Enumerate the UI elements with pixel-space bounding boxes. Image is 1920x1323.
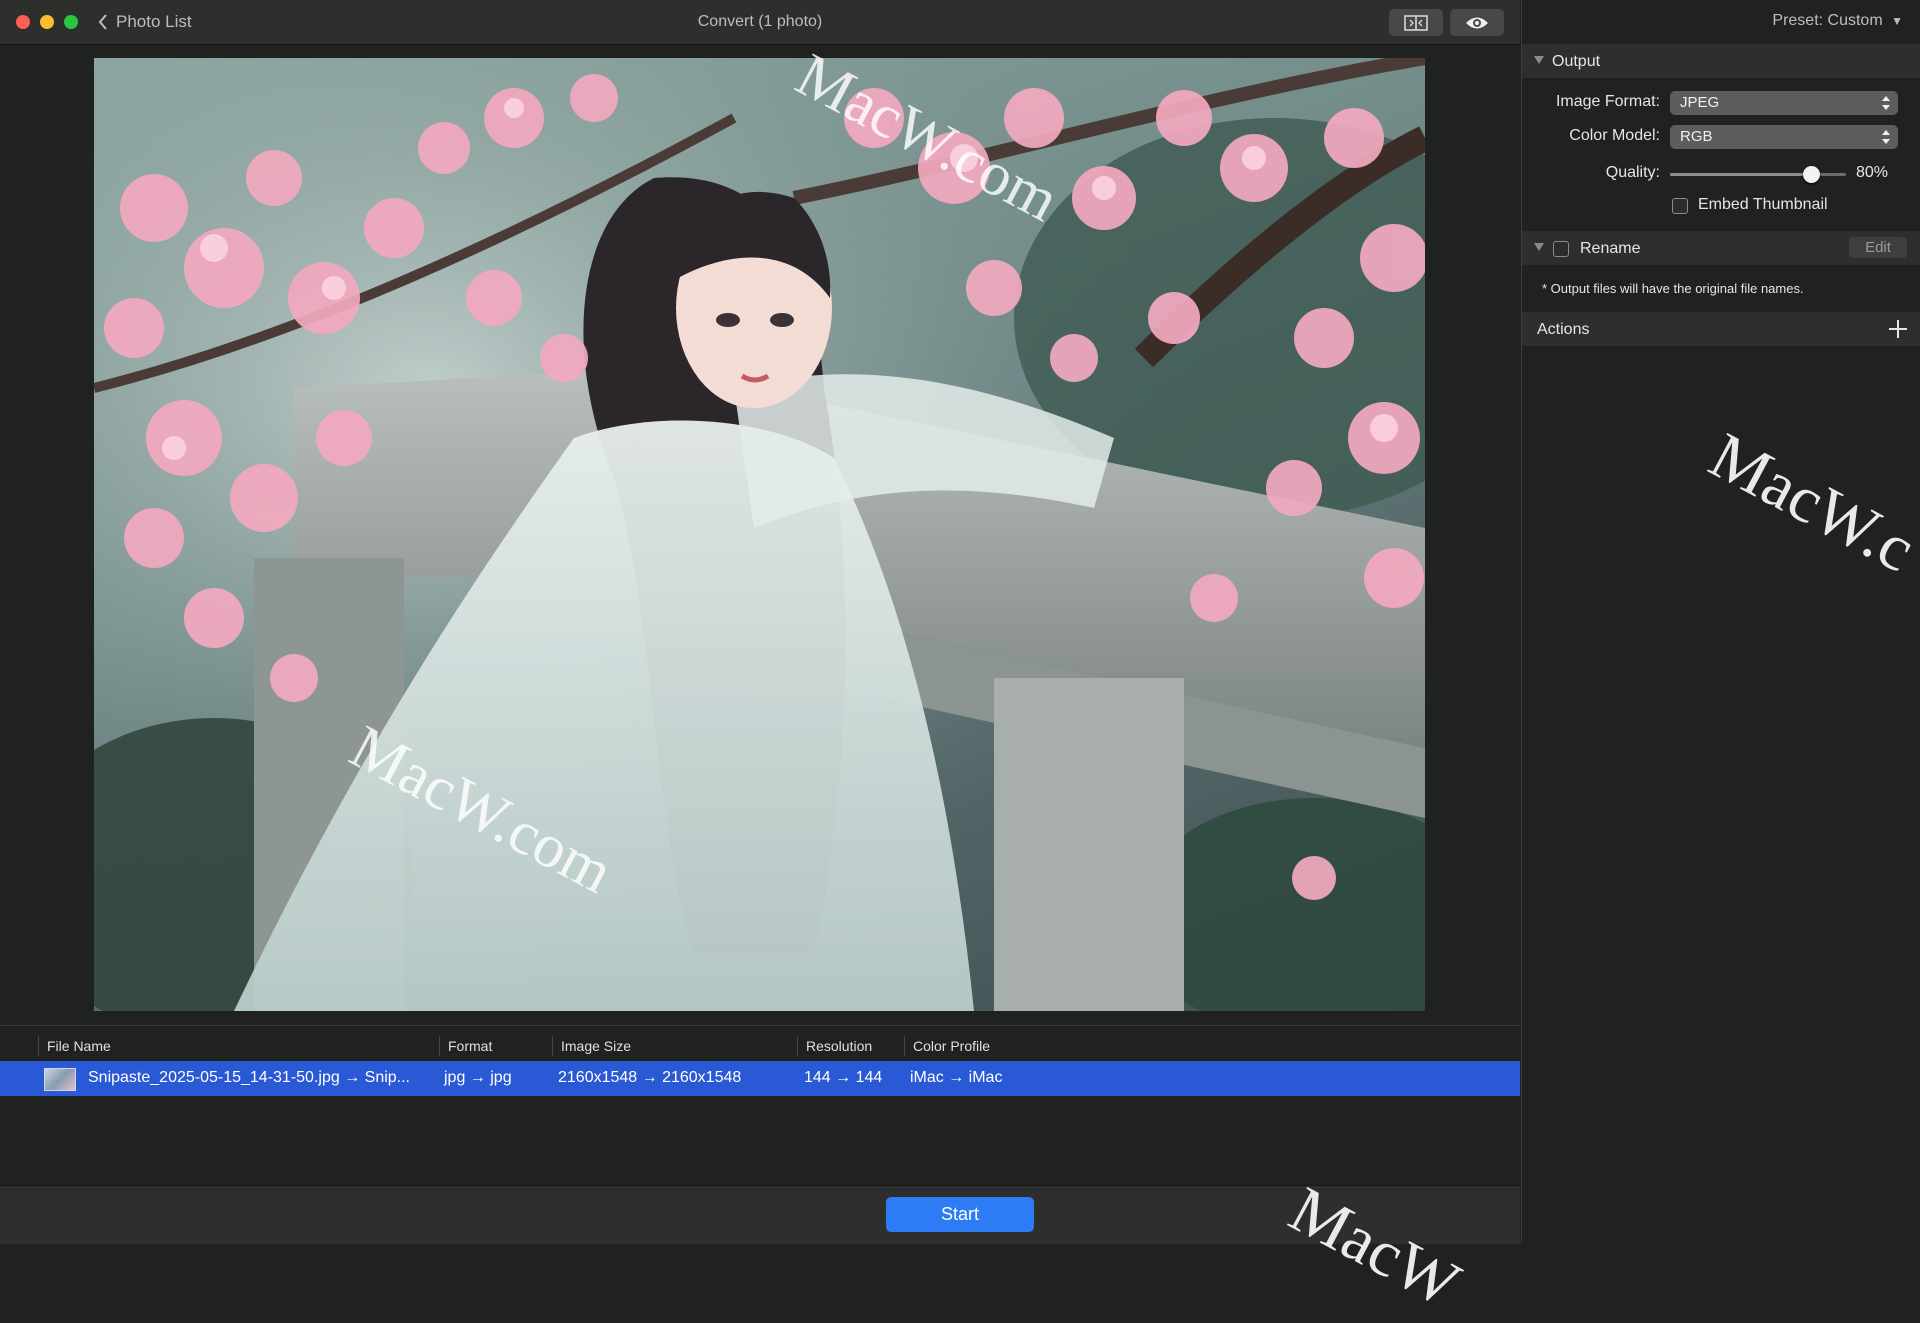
preset-label: Preset: Custom [1772, 12, 1883, 29]
image-format-label: Image Format: [1555, 93, 1660, 110]
eye-icon [1466, 17, 1488, 28]
color-model-select[interactable]: RGB [1670, 125, 1898, 149]
image-format-select[interactable]: JPEG [1670, 91, 1898, 115]
close-window-button[interactable] [16, 15, 30, 29]
title-bar: Photo List Convert (1 photo) [0, 0, 1520, 45]
cell-format: jpg → jpg [444, 1069, 512, 1086]
column-header-color-profile[interactable]: Color Profile [904, 1036, 990, 1056]
quality-slider-fill [1670, 173, 1811, 176]
actions-section-title: Actions [1537, 321, 1590, 338]
color-model-value: RGB [1680, 128, 1713, 145]
zoom-window-button[interactable] [64, 15, 78, 29]
column-header-resolution[interactable]: Resolution [797, 1036, 872, 1056]
bottom-bar: Start [0, 1185, 1520, 1244]
cell-resolution: 144 → 144 [804, 1069, 883, 1086]
output-section-title: Output [1552, 53, 1601, 70]
cell-image-size: 2160x1548 → 2160x1548 [558, 1069, 742, 1086]
rename-section-header[interactable]: Rename Edit [1522, 231, 1920, 265]
updown-arrows-icon [1882, 130, 1890, 144]
photo-thumbnail [44, 1068, 76, 1091]
disclosure-triangle-icon [1534, 243, 1544, 251]
back-button-label: Photo List [116, 12, 192, 31]
quality-value: 80% [1856, 164, 1889, 181]
column-header-format[interactable]: Format [439, 1036, 492, 1056]
embed-thumbnail-checkbox[interactable] [1672, 198, 1688, 214]
rename-edit-button[interactable]: Edit [1849, 237, 1907, 258]
window-title: Convert (1 photo) [697, 13, 823, 30]
compare-icon [1404, 14, 1428, 31]
quality-slider-knob[interactable] [1802, 166, 1820, 183]
rename-section-title: Rename [1580, 240, 1641, 257]
chevron-left-icon [98, 14, 107, 30]
rename-note: * Output files will have the original fi… [1542, 281, 1804, 296]
updown-arrows-icon [1882, 96, 1890, 110]
preview-toggle-button[interactable] [1450, 9, 1504, 36]
actions-section-header: Actions [1522, 312, 1920, 346]
column-header-file-name[interactable]: File Name [38, 1036, 111, 1056]
table-header: File Name Format Image Size Resolution C… [0, 1026, 1520, 1060]
cell-file-name: Snipaste_2025-05-15_14-31-50.jpg → Snip.… [88, 1069, 410, 1086]
back-to-photo-list-button[interactable]: Photo List [98, 11, 192, 33]
photo-illustration [94, 58, 1425, 1011]
column-header-image-size[interactable]: Image Size [552, 1036, 631, 1056]
caret-down-icon: ▼ [1891, 14, 1903, 28]
photo-preview [94, 58, 1425, 1011]
cell-color-profile: iMac → iMac [910, 1069, 1003, 1086]
start-button[interactable]: Start [886, 1197, 1034, 1232]
table-row[interactable]: Snipaste_2025-05-15_14-31-50.jpg → Snip.… [0, 1061, 1520, 1096]
quality-slider[interactable] [1670, 166, 1846, 183]
settings-panel: Preset: Custom ▼ Output Image Format: JP… [1521, 0, 1920, 1243]
image-format-value: JPEG [1680, 94, 1720, 111]
add-action-icon[interactable] [1887, 318, 1909, 340]
photo-preview-area [0, 45, 1520, 1025]
compare-view-button[interactable] [1389, 9, 1443, 36]
embed-thumbnail-label: Embed Thumbnail [1698, 196, 1828, 213]
color-model-label: Color Model: [1569, 127, 1660, 144]
rename-checkbox[interactable] [1553, 241, 1569, 257]
preset-menu[interactable]: Preset: Custom ▼ [1772, 12, 1903, 30]
disclosure-triangle-icon [1534, 56, 1544, 64]
minimize-window-button[interactable] [40, 15, 54, 29]
file-table: File Name Format Image Size Resolution C… [0, 1025, 1520, 1186]
quality-label: Quality: [1605, 164, 1660, 181]
output-section-header[interactable]: Output [1522, 44, 1920, 78]
